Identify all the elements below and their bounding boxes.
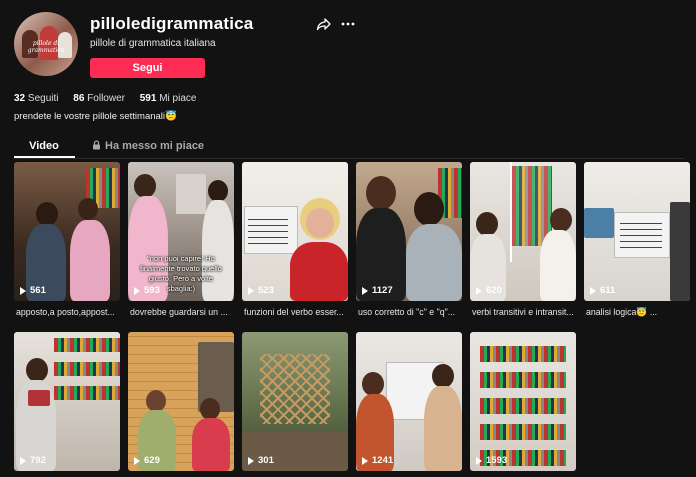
video-thumbnail[interactable]: "non puoi capire! Ho finalmente trovato … [128,162,234,301]
video-thumbnail[interactable]: 1241 [356,332,462,471]
share-icon[interactable] [316,16,332,32]
view-count: 620 [476,285,502,296]
tab-liked[interactable]: Ha messo mi piace [92,140,204,152]
video-caption: funzioni del verbo esser... [244,307,344,317]
video-thumbnail[interactable]: 620 [470,162,576,301]
follow-button[interactable]: Segui [90,58,205,78]
avatar-text: pillole di grammatica [27,40,65,54]
view-count: 629 [134,455,160,466]
play-icon [248,286,254,295]
view-count: 1241 [362,455,393,466]
video-thumbnail[interactable]: 611 [584,162,690,301]
play-icon [20,456,26,465]
video-caption: apposto,a posto,appost... [16,307,115,317]
view-count: 792 [20,455,46,466]
play-icon [590,286,596,295]
tab-liked-label: Ha messo mi piace [105,140,205,152]
play-icon [476,456,482,465]
video-thumbnail[interactable]: 1127 [356,162,462,301]
active-tab-indicator [14,156,75,158]
video-caption: uso corretto di "c" e "q"... [358,307,456,317]
more-options-icon[interactable] [340,16,356,32]
video-thumbnail[interactable]: 301 [242,332,348,471]
play-icon [476,286,482,295]
play-icon [134,456,140,465]
video-thumbnail[interactable]: 1593 [470,332,576,471]
avatar[interactable]: pillole di grammatica [14,12,78,76]
likes-stat: 591 Mi piace [139,93,197,104]
video-caption: dovrebbe guardarsi un ... [130,307,228,317]
video-thumbnail[interactable]: 561 [14,162,120,301]
video-thumbnail[interactable]: 792 [14,332,120,471]
play-icon [20,286,26,295]
username: pilloledigrammatica [90,14,254,33]
play-icon [362,286,368,295]
view-count: 523 [248,285,274,296]
display-name: pillole di grammatica italiana [90,38,216,49]
video-thumbnail[interactable]: 523 [242,162,348,301]
view-count: 611 [590,285,615,296]
play-icon [362,456,368,465]
video-caption: verbi transitivi e intransit... [472,307,574,317]
lock-icon [93,140,100,150]
bio: prendete le vostre pillole settimanali😇 [14,111,177,122]
view-count: 1593 [476,455,507,466]
view-count: 1127 [362,285,393,296]
view-count: 301 [248,455,274,466]
video-caption: analisi logica😇 ... [586,307,658,317]
view-count: 593 [134,285,160,296]
video-thumbnail[interactable]: 629 [128,332,234,471]
profile-header: pillole di grammatica pilloledigrammatic… [14,12,684,82]
followers-stat[interactable]: 86 Follower [73,93,125,104]
play-icon [134,286,140,295]
view-count: 561 [20,285,46,296]
profile-tabs: Video Ha messo mi piace [14,136,684,159]
following-stat[interactable]: 32 Seguiti [14,93,58,104]
play-icon [248,456,254,465]
tab-videos[interactable]: Video [14,140,74,152]
profile-stats: 32 Seguiti 86 Follower 591 Mi piace [14,93,208,104]
